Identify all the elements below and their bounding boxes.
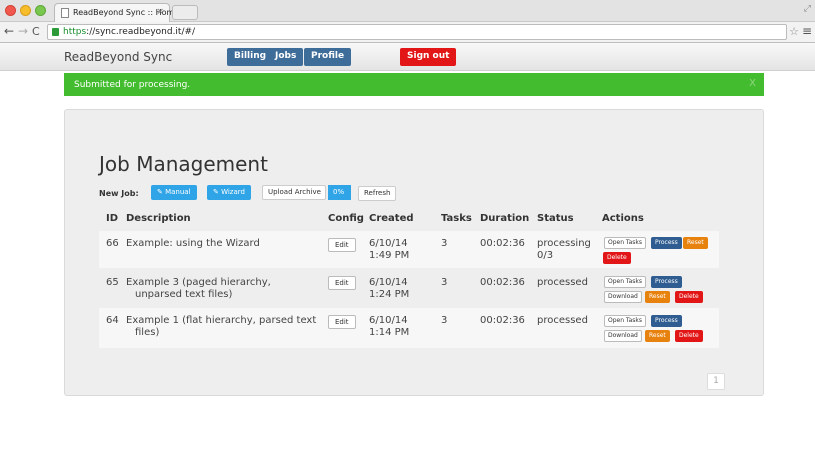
task-count: 3: [441, 315, 448, 326]
status: processed: [537, 315, 588, 326]
col-status-header: Status: [537, 213, 574, 224]
open-tasks-button[interactable]: Open Tasks: [604, 237, 647, 249]
zoom-window-button[interactable]: [35, 5, 46, 16]
delete-button[interactable]: Delete: [603, 252, 631, 264]
app-navbar: ReadBeyond Sync Billing Jobs Profile Sig…: [0, 43, 815, 71]
address-bar[interactable]: https://sync.readbeyond.it/#/: [47, 24, 787, 40]
fullscreen-icon[interactable]: ⤢: [804, 4, 811, 14]
close-window-button[interactable]: [5, 5, 16, 16]
lock-icon: [52, 28, 59, 36]
url-path: ://sync.readbeyond.it/#/: [86, 27, 196, 37]
created-date: 6/10/14: [369, 315, 408, 326]
alert-message: Submitted for processing.: [74, 80, 191, 90]
reset-button[interactable]: Reset: [683, 237, 708, 249]
job-id: 65: [106, 277, 119, 288]
created-time: 1:24 PM: [369, 289, 410, 300]
page-icon: [61, 8, 69, 18]
status-progress: 0/3: [537, 250, 554, 261]
page-title: Job Management: [99, 152, 268, 176]
job-description: Example 3 (paged hierarchy,: [126, 277, 271, 288]
bookmark-star-icon[interactable]: ☆: [789, 25, 799, 38]
download-button[interactable]: Download: [604, 291, 642, 303]
col-actions-header: Actions: [602, 213, 644, 224]
job-description: Example: using the Wizard: [126, 238, 260, 249]
download-button[interactable]: Download: [604, 330, 642, 342]
process-button[interactable]: Process: [651, 315, 682, 327]
wizard-button[interactable]: ✎ Wizard: [207, 185, 251, 200]
col-tasks-header: Tasks: [441, 213, 472, 224]
delete-button[interactable]: Delete: [675, 330, 703, 342]
upload-archive-button[interactable]: Upload Archive: [262, 185, 326, 200]
job-description: Example 1 (flat hierarchy, parsed text: [126, 315, 317, 326]
refresh-button[interactable]: Refresh: [358, 186, 397, 201]
manual-button[interactable]: ✎ Manual: [151, 185, 197, 200]
edit-config-button[interactable]: Edit: [328, 315, 356, 329]
alert-close-button[interactable]: X: [749, 78, 756, 89]
sign-out-button[interactable]: Sign out: [400, 48, 457, 66]
minimize-window-button[interactable]: [20, 5, 31, 16]
browser-tab[interactable]: ReadBeyond Sync :: Home ×: [54, 3, 179, 22]
duration: 00:02:36: [480, 238, 525, 249]
edit-config-button[interactable]: Edit: [328, 238, 356, 252]
reload-icon[interactable]: C: [32, 25, 40, 38]
created-time: 1:14 PM: [369, 327, 410, 338]
job-description-line2: files): [135, 327, 160, 338]
created-date: 6/10/14: [369, 277, 408, 288]
delete-button[interactable]: Delete: [675, 291, 703, 303]
jobs-button[interactable]: Jobs: [268, 48, 304, 66]
col-description-header: Description: [126, 213, 191, 224]
task-count: 3: [441, 238, 448, 249]
new-tab-button[interactable]: [172, 5, 198, 20]
forward-arrow-icon[interactable]: →: [18, 24, 28, 38]
url-scheme: https: [63, 27, 87, 37]
profile-button[interactable]: Profile: [304, 48, 352, 66]
tab-close-icon[interactable]: ×: [156, 7, 164, 17]
task-count: 3: [441, 277, 448, 288]
col-config-header: Config: [328, 213, 364, 224]
open-tasks-button[interactable]: Open Tasks: [604, 315, 647, 327]
col-duration-header: Duration: [480, 213, 530, 224]
col-created-header: Created: [369, 213, 414, 224]
job-id: 64: [106, 315, 119, 326]
status: processed: [537, 277, 588, 288]
reset-button[interactable]: Reset: [645, 291, 670, 303]
browser-menu-icon[interactable]: ≡: [802, 24, 812, 38]
process-button[interactable]: Process: [651, 276, 682, 288]
pagination-page-1[interactable]: 1: [707, 373, 725, 390]
duration: 00:02:36: [480, 277, 525, 288]
upload-progress: 0%: [328, 185, 351, 200]
reset-button[interactable]: Reset: [645, 330, 670, 342]
col-id-header: ID: [106, 213, 119, 224]
brand-link[interactable]: ReadBeyond Sync: [64, 50, 172, 64]
success-alert: Submitted for processing. X: [64, 73, 764, 96]
billing-button[interactable]: Billing: [227, 48, 274, 66]
back-arrow-icon[interactable]: ←: [4, 24, 14, 38]
process-button[interactable]: Process: [651, 237, 682, 249]
created-time: 1:49 PM: [369, 250, 410, 261]
browser-toolbar: ← → C https://sync.readbeyond.it/#/ ☆ ≡: [0, 22, 815, 43]
status: processing: [537, 238, 591, 249]
new-job-label: New Job:: [99, 189, 139, 198]
open-tasks-button[interactable]: Open Tasks: [604, 276, 647, 288]
job-description-line2: unparsed text files): [135, 289, 233, 300]
job-id: 66: [106, 238, 119, 249]
created-date: 6/10/14: [369, 238, 408, 249]
browser-tab-bar: ReadBeyond Sync :: Home × ⤢: [0, 0, 815, 22]
edit-config-button[interactable]: Edit: [328, 276, 356, 290]
duration: 00:02:36: [480, 315, 525, 326]
